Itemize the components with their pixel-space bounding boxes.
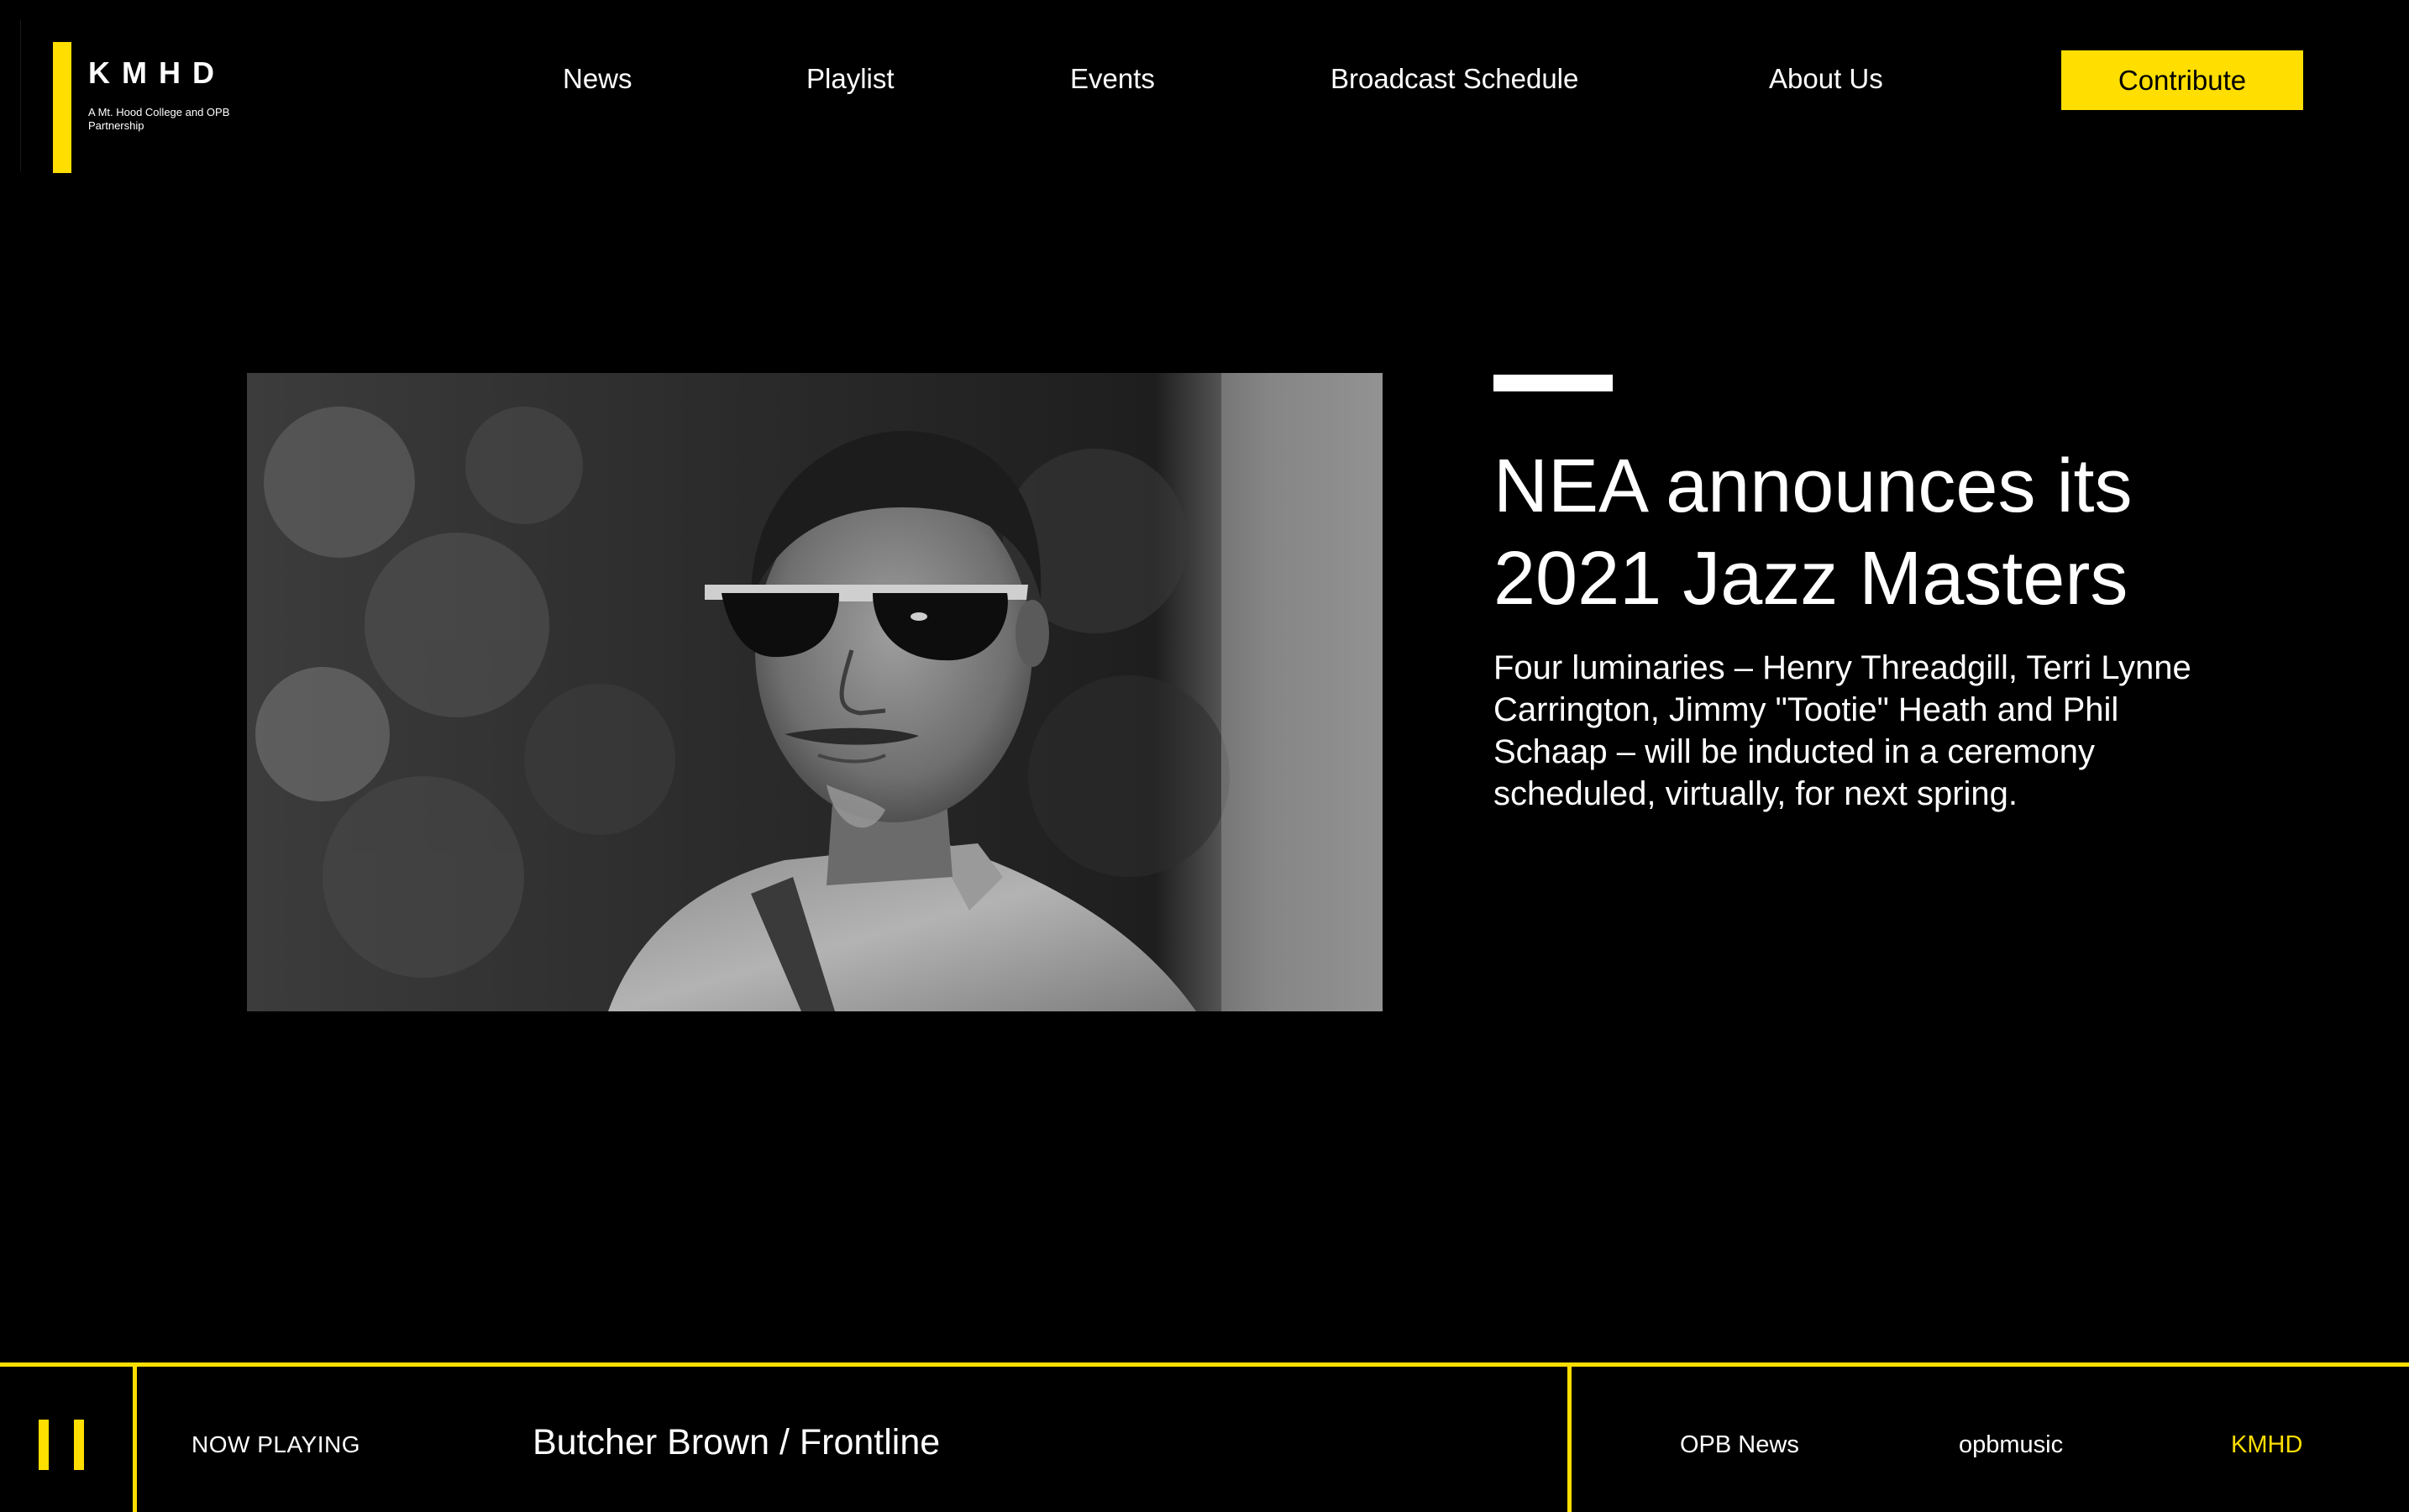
nav-item-events[interactable]: Events: [1070, 62, 1155, 96]
pause-icon: [39, 1420, 49, 1470]
portrait-photo: [247, 373, 1383, 1011]
player-divider: [1567, 1367, 1572, 1512]
station-kmhd[interactable]: KMHD: [2231, 1431, 2302, 1459]
feature-headline[interactable]: NEA announces its 2021 Jazz Masters: [1493, 440, 2249, 625]
player-bar: NOW PLAYING Butcher Brown / Frontline OP…: [0, 1362, 2409, 1512]
feature-summary: Four luminaries – Henry Threadgill, Terr…: [1493, 649, 2191, 812]
pause-icon-bar: [74, 1420, 84, 1470]
logo-tagline: A Mt. Hood College and OPB Partnership: [88, 106, 230, 132]
station-opb-news[interactable]: OPB News: [1680, 1431, 1799, 1459]
nav-item-broadcast-schedule[interactable]: Broadcast Schedule: [1330, 62, 1578, 96]
contribute-button[interactable]: Contribute: [2061, 50, 2303, 110]
nav-item-about-us[interactable]: About Us: [1769, 62, 1883, 96]
pause-button[interactable]: [39, 1420, 86, 1470]
station-opbmusic[interactable]: opbmusic: [1959, 1431, 2063, 1459]
feature-photo[interactable]: [247, 373, 1383, 1011]
nav-item-news[interactable]: News: [563, 62, 632, 96]
now-playing-track: Butcher Brown / Frontline: [533, 1422, 941, 1462]
headline-accent-rule: [1493, 375, 1613, 391]
now-playing-label: NOW PLAYING: [192, 1431, 361, 1457]
main-nav: News Playlist Events Broadcast Schedule …: [0, 50, 2409, 109]
player-divider: [133, 1367, 137, 1512]
nav-item-playlist[interactable]: Playlist: [806, 62, 895, 96]
